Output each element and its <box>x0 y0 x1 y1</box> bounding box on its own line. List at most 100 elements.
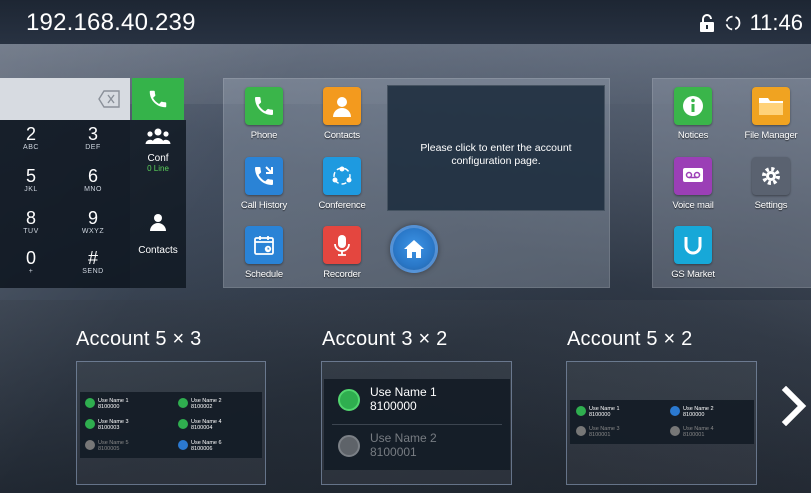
account-status-icon <box>178 440 188 450</box>
lock-icon <box>698 13 716 33</box>
key-digit: 8 <box>25 208 36 228</box>
key-2[interactable]: 2 ABC <box>0 124 62 166</box>
status-bar: 192.168.40.239 11:46 <box>0 0 811 44</box>
app-schedule[interactable]: Schedule <box>224 220 304 286</box>
contacts-shortcut[interactable]: Contacts <box>130 212 186 272</box>
account-number: 8100000 <box>683 412 705 418</box>
widget-title: Account 5 × 3 <box>76 328 202 350</box>
key-digit: 9 <box>87 208 98 228</box>
conf-line-count: 0 Line <box>147 164 169 173</box>
account-number: 8100000 <box>370 399 417 413</box>
account-number: 8100001 <box>370 445 417 459</box>
account-status-icon <box>178 419 188 429</box>
backspace-icon[interactable] <box>98 90 120 108</box>
sync-icon <box>724 14 742 32</box>
app-notices[interactable]: Notices <box>653 81 733 147</box>
account-status-icon <box>576 406 586 416</box>
key-letters: MNO <box>84 186 102 193</box>
account-grid: Use Name 1 8100000 Use Name 2 8100000 Use … <box>570 400 754 444</box>
app-voice-mail[interactable]: Voice mail <box>653 151 733 217</box>
account-name: Use Name 2 <box>370 431 437 445</box>
account-widget-5x2[interactable]: Use Name 1 8100000 Use Name 2 8100000 Use … <box>566 361 757 485</box>
key-0[interactable]: 0 + <box>0 248 62 290</box>
account-number: 8100006 <box>191 446 213 452</box>
account-status-icon <box>576 426 586 436</box>
key-digit: 6 <box>87 166 98 186</box>
account-widget-5x3[interactable]: Use Name 1 8100000 Use Name 2 8100002 Use … <box>76 361 266 485</box>
app-label: Conference <box>318 200 366 211</box>
app-label: Settings <box>754 200 788 211</box>
key-letters: ABC <box>23 144 39 151</box>
key-digit: 3 <box>87 124 98 144</box>
key-8[interactable]: 8 TUV <box>0 208 62 250</box>
home-icon <box>403 239 425 259</box>
conference-icon <box>145 126 171 146</box>
account-status-icon <box>670 426 680 436</box>
app-settings[interactable]: Settings <box>731 151 811 217</box>
key-6[interactable]: 6 MNO <box>62 166 124 208</box>
contacts-label: Contacts <box>138 245 178 256</box>
voicemail-icon <box>674 157 712 195</box>
dial-number-input[interactable] <box>0 78 130 120</box>
key-letters: DEF <box>85 144 101 151</box>
app-phone[interactable]: Phone <box>224 81 304 147</box>
account-number: 8100005 <box>98 446 120 452</box>
key-3[interactable]: 3 DEF <box>62 124 124 166</box>
account-number: 8100000 <box>589 412 611 418</box>
app-recorder[interactable]: Recorder <box>302 220 382 286</box>
contact-person-icon <box>149 212 167 232</box>
key-9[interactable]: 9 WXYZ <box>62 208 124 250</box>
app-label: Call History <box>240 200 288 211</box>
account-widget-3x2[interactable]: Use Name 1 8100000 Use Name 2 8100001 <box>321 361 512 485</box>
gear-icon <box>752 157 790 195</box>
account-status-icon <box>338 389 360 411</box>
widget-title: Account 5 × 2 <box>567 328 693 350</box>
key-letters: + <box>28 268 34 275</box>
key-letters: JKL <box>24 186 38 193</box>
account-number: 8100001 <box>683 432 705 438</box>
call-history-icon <box>245 157 283 195</box>
key-hash[interactable]: # SEND <box>62 248 124 290</box>
app-label: Voice mail <box>672 200 714 211</box>
microphone-icon <box>323 226 361 264</box>
key-letters: WXYZ <box>81 228 105 235</box>
account-status-icon <box>670 406 680 416</box>
chevron-right-icon[interactable] <box>778 385 808 427</box>
call-button[interactable] <box>132 78 184 120</box>
key-digit: 5 <box>25 166 36 186</box>
keypad: 2 ABC 3 DEF 5 JKL 6 MNO 8 TUV 9 WXYZ 0 + # SEND <box>0 120 130 288</box>
app-contacts[interactable]: Contacts <box>302 81 382 147</box>
key-letters: SEND <box>82 268 104 275</box>
app-label: Schedule <box>244 269 283 280</box>
key-5[interactable]: 5 JKL <box>0 166 62 208</box>
account-status-icon <box>85 440 95 450</box>
widget-title: Account 3 × 2 <box>322 328 448 350</box>
app-gs-market[interactable]: GS Market <box>653 220 733 286</box>
key-digit: 2 <box>25 124 36 144</box>
phone-icon <box>147 88 169 110</box>
app-conference[interactable]: Conference <box>302 151 382 217</box>
clock: 11:46 <box>749 10 803 35</box>
key-digit: # <box>87 248 98 268</box>
account-status-icon <box>178 398 188 408</box>
account-status-icon <box>85 419 95 429</box>
conf-label: Conf <box>147 153 169 164</box>
account-grid: Use Name 1 8100000 Use Name 2 8100002 Use … <box>80 392 262 458</box>
key-letters: TUV <box>23 228 39 235</box>
account-status-icon <box>85 398 95 408</box>
app-label: Contacts <box>324 130 360 141</box>
conf-button[interactable]: Conf 0 Line <box>130 126 186 186</box>
tooltip-text: Please click to enter the account config… <box>420 142 572 167</box>
account-name: Use Name 1 <box>370 385 437 399</box>
calendar-icon <box>245 226 283 264</box>
app-label: File Manager <box>744 130 798 141</box>
app-file-manager[interactable]: File Manager <box>731 81 811 147</box>
phone-icon <box>245 87 283 125</box>
apps-panel-right: Notices File Manager Voice mail Settings… <box>652 78 811 288</box>
app-call-history[interactable]: Call History <box>224 151 304 217</box>
market-icon <box>674 226 712 264</box>
account-entry: Use Name 1 8100000 <box>324 379 510 423</box>
home-button[interactable] <box>390 225 438 273</box>
contact-person-icon <box>323 87 361 125</box>
account-number: 8100000 <box>98 404 120 410</box>
